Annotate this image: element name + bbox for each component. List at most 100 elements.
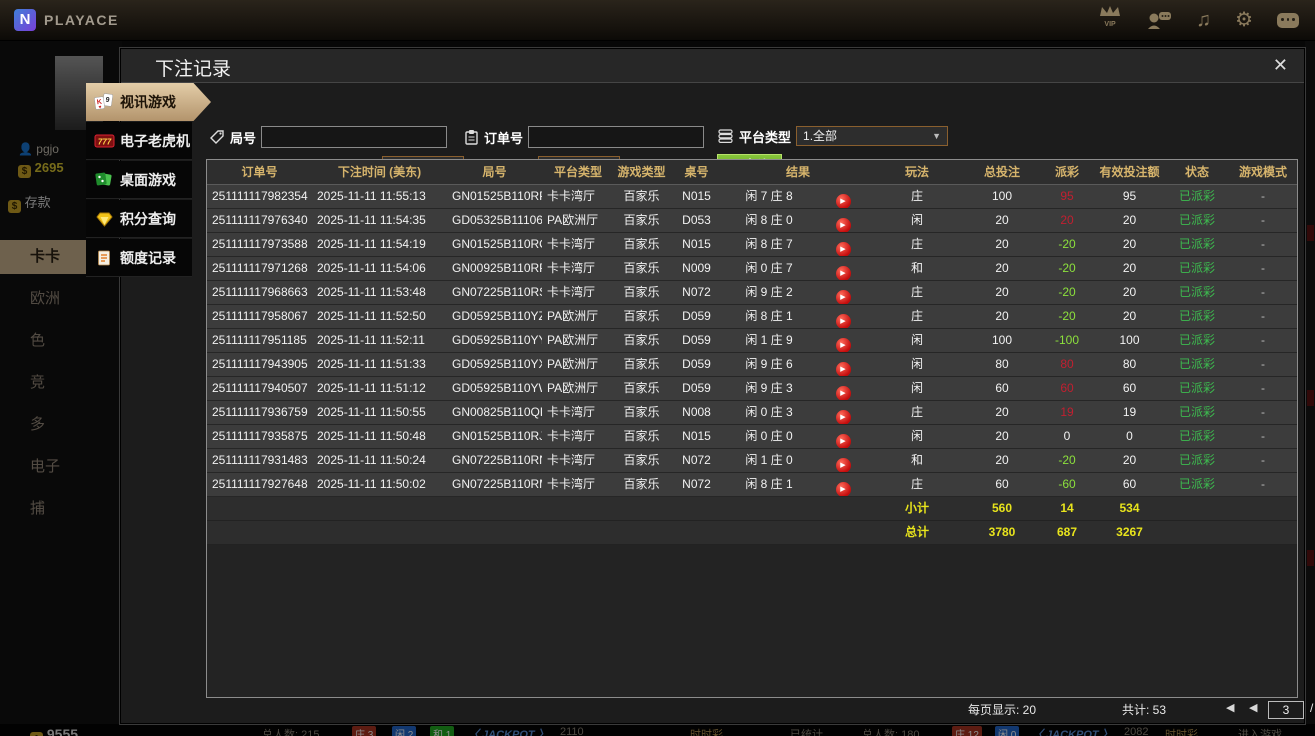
valid-bet-cell: 100 (1092, 329, 1167, 352)
play-type-cell: 闲 (872, 329, 962, 352)
order-cell: 251111117936759 (207, 401, 312, 424)
platform-cell: PA欧洲厅 (542, 209, 614, 232)
subtotal-row: 小计56014534 (207, 497, 1297, 521)
total-bet-cell: 100 (962, 329, 1042, 352)
first-page-icon[interactable]: ◀ (1226, 701, 1234, 714)
platform-cell: 卡卡湾厅 (542, 401, 614, 424)
table-no-cell: N072 (669, 473, 724, 496)
result-cell: 闲 9 庄 2 (724, 281, 814, 304)
replay-button[interactable]: ▶ (836, 410, 851, 424)
replay-button[interactable]: ▶ (836, 362, 851, 376)
total-bet-cell: 60 (962, 473, 1042, 496)
total-bet-cell: 20 (962, 233, 1042, 256)
tab-quota-records[interactable]: 额度记录 (86, 239, 192, 277)
replay-button[interactable]: ▶ (836, 338, 851, 352)
close-icon[interactable]: ✕ (1273, 55, 1288, 75)
round-cell: GN07225B110RS (447, 281, 542, 304)
result-cell: 闲 8 庄 7 (724, 233, 814, 256)
replay-button[interactable]: ▶ (836, 194, 851, 208)
total-count-label: 共计: 53 (1122, 701, 1166, 718)
game-mode-cell: - (1227, 233, 1298, 256)
payout-cell: 19 (1042, 401, 1092, 424)
valid-bet-cell: 19 (1092, 401, 1167, 424)
column-header: 结果 (724, 160, 872, 184)
valid-bet-cell: 20 (1092, 449, 1167, 472)
tab-video-games[interactable]: 9K♥视讯游戏 (86, 83, 211, 121)
platform-cell: 卡卡湾厅 (542, 449, 614, 472)
tab-slots[interactable]: 777电子老虎机 (86, 122, 192, 160)
replay-cell: ▶ (814, 329, 872, 352)
sum-total-bet-cell: 560 (962, 497, 1042, 520)
valid-bet-cell: 80 (1092, 353, 1167, 376)
status-cell: 已派彩 (1167, 377, 1227, 400)
tab-label: 额度记录 (120, 248, 176, 268)
time-cell: 2025-11-11 11:54:19 (312, 233, 447, 256)
play-type-cell: 庄 (872, 305, 962, 328)
replay-button[interactable]: ▶ (836, 290, 851, 304)
replay-button[interactable]: ▶ (836, 242, 851, 256)
tab-label: 积分查询 (120, 209, 176, 229)
top-bar: N PLAYACE VIP ♫ ⚙ (0, 0, 1315, 41)
time-cell: 2025-11-11 11:50:55 (312, 401, 447, 424)
empty-cell (207, 497, 312, 520)
platform-cell: 卡卡湾厅 (542, 233, 614, 256)
result-cell: 闲 1 庄 0 (724, 449, 814, 472)
points-icon (93, 211, 115, 227)
replay-button[interactable]: ▶ (836, 458, 851, 472)
order-input[interactable] (528, 126, 704, 148)
tab-table-games[interactable]: 桌面游戏 (86, 161, 192, 199)
table-no-cell: D059 (669, 353, 724, 376)
replay-button[interactable]: ▶ (836, 386, 851, 400)
total-bet-cell: 20 (962, 449, 1042, 472)
playace-logo: N PLAYACE (14, 9, 119, 31)
game-mode-cell: - (1227, 449, 1298, 472)
playace-logo-icon: N (14, 9, 36, 31)
replay-button[interactable]: ▶ (836, 314, 851, 328)
tab-points[interactable]: 积分查询 (86, 200, 192, 238)
total-bet-cell: 80 (962, 353, 1042, 376)
column-header: 有效投注额 (1092, 160, 1167, 184)
replay-button[interactable]: ▶ (836, 218, 851, 232)
total-bet-cell: 20 (962, 401, 1042, 424)
game-type-cell: 百家乐 (614, 257, 669, 280)
column-header: 总投注 (962, 160, 1042, 184)
result-cell: 闲 7 庄 8 (724, 185, 814, 208)
game-mode-cell: - (1227, 209, 1298, 232)
replay-button[interactable]: ▶ (836, 482, 851, 496)
valid-bet-cell: 60 (1092, 473, 1167, 496)
replay-button[interactable]: ▶ (836, 434, 851, 448)
table-no-cell: N009 (669, 257, 724, 280)
round-input[interactable] (261, 126, 447, 148)
replay-button[interactable]: ▶ (836, 266, 851, 280)
round-cell: GN07225B110RM (447, 473, 542, 496)
round-cell: GN01525B110RO (447, 233, 542, 256)
game-mode-cell: - (1227, 305, 1298, 328)
table-row: 2511111179763402025-11-11 11:54:35GD0532… (207, 209, 1297, 233)
table-row: 2511111179358752025-11-11 11:50:48GN0152… (207, 425, 1297, 449)
vip-icon[interactable]: VIP (1098, 5, 1122, 35)
order-cell: 251111117973588 (207, 233, 312, 256)
replay-cell: ▶ (814, 305, 872, 328)
platform-select[interactable]: 1.全部▼ (796, 126, 948, 146)
replay-cell: ▶ (814, 281, 872, 304)
order-cell: 251111117931483 (207, 449, 312, 472)
time-cell: 2025-11-11 11:54:06 (312, 257, 447, 280)
chat-icon[interactable] (1277, 13, 1299, 28)
game-mode-cell: - (1227, 353, 1298, 376)
game-type-cell: 百家乐 (614, 233, 669, 256)
music-icon[interactable]: ♫ (1196, 10, 1211, 30)
result-cell: 闲 0 庄 0 (724, 425, 814, 448)
page-input[interactable] (1268, 701, 1304, 719)
platform-label: 平台类型 (739, 127, 791, 146)
prev-page-icon[interactable]: ◀ (1249, 701, 1257, 714)
round-cell: GD05925B110YY (447, 329, 542, 352)
replay-cell: ▶ (814, 185, 872, 208)
time-cell: 2025-11-11 11:52:11 (312, 329, 447, 352)
table-no-cell: N008 (669, 401, 724, 424)
game-type-cell: 百家乐 (614, 377, 669, 400)
empty-cell (614, 521, 669, 544)
settings-gear-icon[interactable]: ⚙ (1235, 10, 1253, 30)
customer-service-icon[interactable] (1146, 10, 1172, 30)
empty-cell (614, 497, 669, 520)
result-cell: 闲 1 庄 9 (724, 329, 814, 352)
